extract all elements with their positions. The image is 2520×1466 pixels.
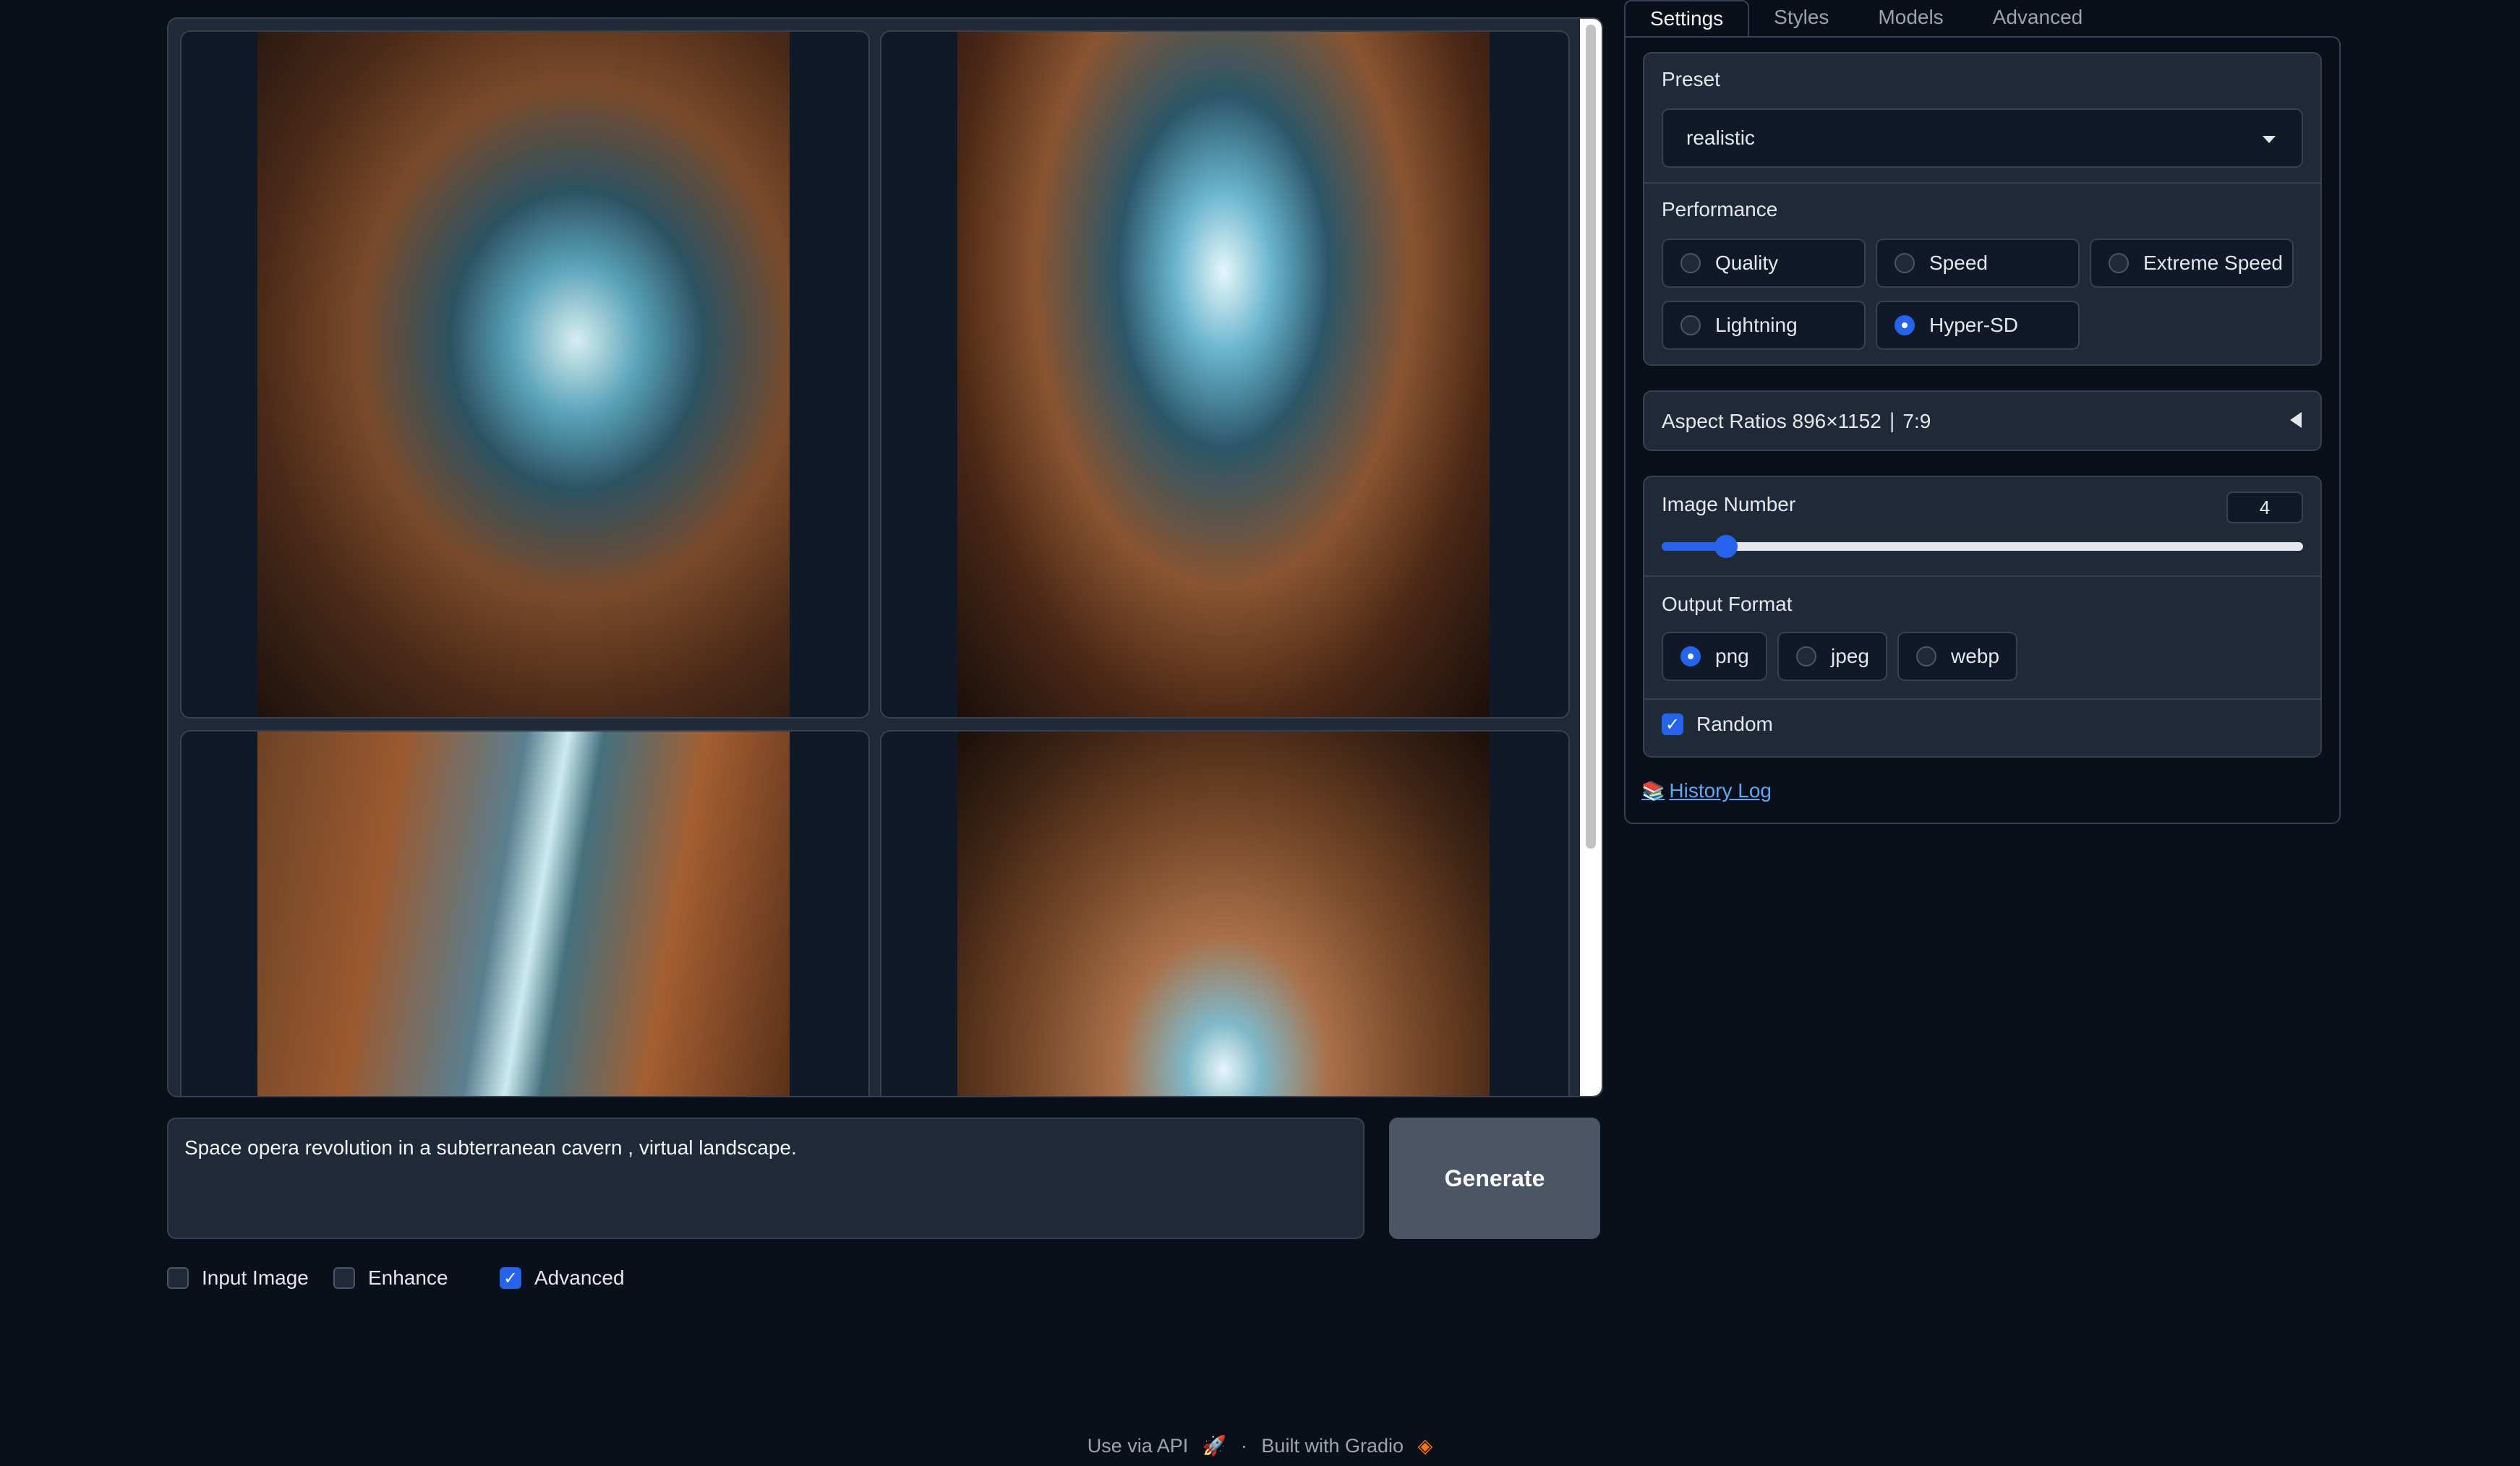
output-format-jpeg[interactable]: jpeg (1777, 632, 1887, 681)
divider (1644, 575, 2320, 577)
built-with-gradio-link[interactable]: Built with Gradio (1261, 1435, 1404, 1457)
radio-icon (1895, 253, 1915, 273)
prompt-input[interactable]: Space opera revolution in a subterranean… (167, 1118, 1364, 1239)
gallery-thumbnail-3[interactable] (180, 730, 870, 1096)
performance-option-hyper-sd[interactable]: Hyper-SD (1876, 301, 2080, 350)
books-icon: 📚 (1641, 779, 1665, 802)
radio-icon (1680, 315, 1701, 335)
option-label: Quality (1715, 252, 1779, 274)
performance-label: Performance (1662, 198, 1778, 220)
image-number-input[interactable]: 4 (2226, 492, 2303, 523)
preset-label: Preset (1662, 68, 1720, 90)
gallery-thumbnail-1[interactable] (180, 30, 870, 719)
output-format-png[interactable]: png (1662, 632, 1767, 681)
random-checkbox[interactable]: ✓ (1662, 713, 1683, 735)
footer-separator: · (1240, 1435, 1247, 1457)
generation-options-block: Image Number 4 Output Format png jpeg we… (1643, 476, 2322, 758)
advanced-label: Advanced (534, 1266, 625, 1289)
check-icon: ✓ (503, 1268, 518, 1288)
option-label: png (1715, 645, 1749, 667)
performance-option-speed[interactable]: Speed (1876, 239, 2080, 288)
settings-tabs: Settings Styles Models Advanced (1624, 0, 2107, 38)
enhance-checkbox[interactable] (333, 1267, 355, 1289)
preset-dropdown[interactable]: realistic (1662, 108, 2303, 168)
image-number-label: Image Number (1662, 493, 1796, 515)
collapse-arrow-icon[interactable] (2290, 412, 2302, 428)
option-label: webp (1951, 645, 1999, 667)
tab-models[interactable]: Models (1853, 0, 1968, 38)
radio-icon (1680, 253, 1701, 273)
tab-styles[interactable]: Styles (1749, 0, 1853, 38)
gallery-thumbnail-2[interactable] (880, 30, 1570, 719)
option-label: Hyper-SD (1929, 314, 2018, 336)
scrollbar-thumb[interactable] (1586, 25, 1596, 849)
advanced-toggle[interactable]: ✓ Advanced (500, 1266, 625, 1290)
option-label: Speed (1929, 252, 1988, 274)
cave-image-4 (957, 732, 1490, 1096)
output-format-label: Output Format (1662, 593, 1793, 615)
preset-performance-block: Preset realistic Performance Quality Spe… (1643, 52, 2322, 366)
history-log-link[interactable]: 📚 History Log (1641, 779, 1772, 802)
radio-icon (1796, 646, 1816, 666)
enhance-toggle[interactable]: Enhance (333, 1266, 448, 1290)
performance-option-extreme-speed[interactable]: Extreme Speed (2090, 239, 2294, 288)
random-toggle[interactable]: ✓ Random (1662, 713, 1773, 736)
chevron-down-icon (2263, 136, 2276, 143)
performance-option-quality[interactable]: Quality (1662, 239, 1866, 288)
settings-panel: Preset realistic Performance Quality Spe… (1624, 36, 2341, 824)
input-image-toggle[interactable]: Input Image (167, 1266, 309, 1290)
image-number-slider[interactable] (1662, 535, 2303, 558)
cave-image-1 (257, 32, 790, 717)
generate-button[interactable]: Generate (1389, 1118, 1600, 1239)
check-icon: ✓ (1665, 714, 1680, 734)
cave-image-3 (257, 732, 790, 1096)
footer: Use via API 🚀 · Built with Gradio ◈ (0, 1434, 2520, 1457)
radio-icon (2109, 253, 2129, 273)
use-via-api-link[interactable]: Use via API (1088, 1435, 1189, 1457)
advanced-checkbox[interactable]: ✓ (500, 1267, 521, 1289)
tab-advanced[interactable]: Advanced (1968, 0, 2108, 38)
divider (1644, 698, 2320, 700)
output-format-webp[interactable]: webp (1897, 632, 2017, 681)
gallery-scrollbar[interactable] (1580, 19, 1602, 1096)
enhance-label: Enhance (368, 1266, 448, 1289)
random-label: Random (1696, 713, 1773, 735)
cave-image-2 (957, 32, 1490, 717)
aspect-ratios-accordion[interactable]: Aspect Ratios 896×1152 ∣ 7:9 (1643, 390, 2322, 451)
radio-selected-icon (1895, 315, 1915, 335)
tab-settings[interactable]: Settings (1624, 0, 1750, 38)
preset-value: realistic (1686, 127, 1755, 149)
slider-handle[interactable] (1714, 535, 1738, 558)
performance-option-lightning[interactable]: Lightning (1662, 301, 1866, 350)
divider (1644, 182, 2320, 184)
image-gallery (167, 17, 1603, 1097)
aspect-ratios-label: Aspect Ratios 896×1152 ∣ 7:9 (1662, 410, 1931, 432)
history-log-label: History Log (1669, 779, 1772, 802)
radio-icon (1916, 646, 1936, 666)
radio-selected-icon (1680, 646, 1701, 666)
rocket-icon: 🚀 (1202, 1435, 1227, 1457)
input-image-checkbox[interactable] (167, 1267, 189, 1289)
gradio-logo-icon: ◈ (1417, 1435, 1433, 1457)
option-label: Lightning (1715, 314, 1798, 336)
option-label: jpeg (1831, 645, 1869, 667)
input-image-label: Input Image (202, 1266, 309, 1289)
option-label: Extreme Speed (2143, 252, 2283, 274)
gallery-thumbnail-4[interactable] (880, 730, 1570, 1096)
